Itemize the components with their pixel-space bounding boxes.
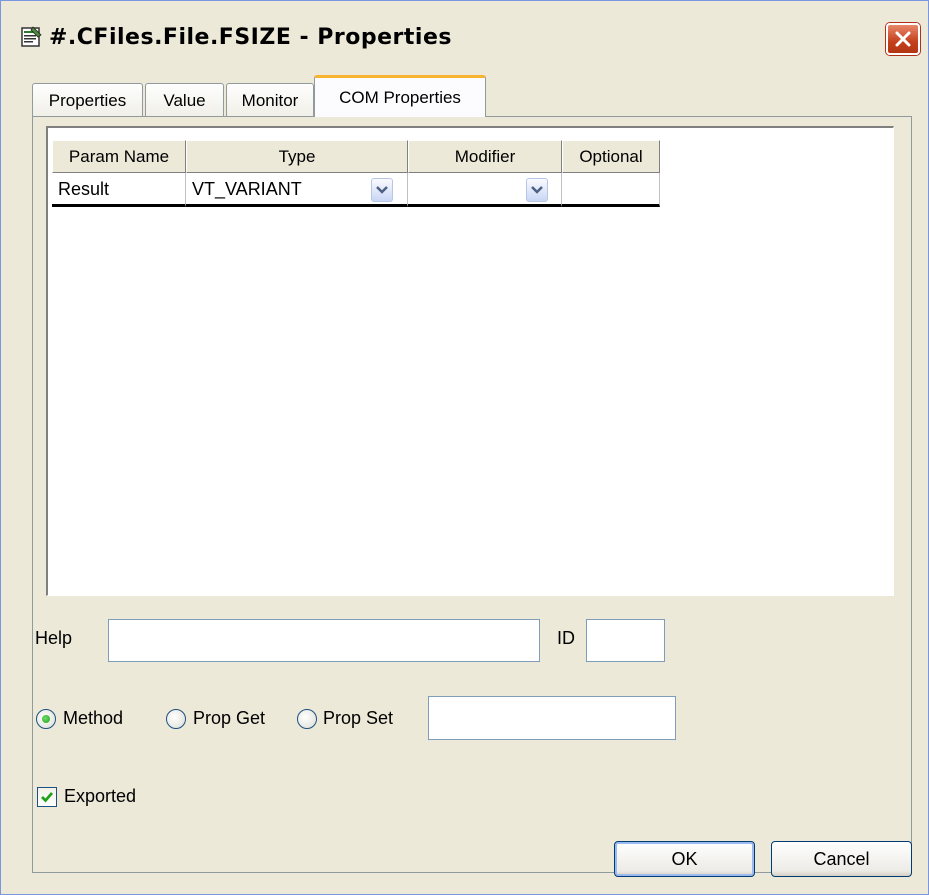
title-bar[interactable]: #.CFiles.File.FSIZE - Properties: [1, 1, 928, 63]
prop-get-radio[interactable]: [166, 709, 186, 729]
type-value: VT_VARIANT: [192, 179, 302, 199]
type-dropdown-button[interactable]: [371, 178, 393, 202]
column-header-optional[interactable]: Optional: [562, 140, 660, 173]
ok-button[interactable]: OK: [614, 841, 755, 877]
cancel-button[interactable]: Cancel: [771, 841, 912, 877]
params-grid[interactable]: Param Name Type Modifier Optional Result…: [46, 126, 894, 596]
properties-dialog: #.CFiles.File.FSIZE - Properties Propert…: [0, 0, 929, 895]
tab-label: Value: [163, 91, 206, 110]
cell-optional[interactable]: [562, 173, 660, 207]
radio-selected-dot: [42, 715, 50, 723]
column-header-modifier[interactable]: Modifier: [408, 140, 562, 173]
cell-param-name[interactable]: Result: [52, 173, 186, 207]
prop-set-radio[interactable]: [297, 709, 317, 729]
tab-label: Monitor: [241, 91, 299, 110]
tab-label: COM Properties: [339, 88, 461, 107]
help-label: Help: [35, 628, 73, 648]
prop-name-input[interactable]: [428, 696, 676, 740]
help-input[interactable]: [108, 619, 540, 662]
tab-properties[interactable]: Properties: [32, 83, 143, 117]
tab-monitor[interactable]: Monitor: [226, 83, 314, 117]
exported-checkbox[interactable]: [37, 787, 57, 807]
method-radio[interactable]: [36, 709, 56, 729]
prop-set-label[interactable]: Prop Set: [323, 708, 393, 729]
prop-get-label[interactable]: Prop Get: [193, 708, 265, 729]
id-label: ID: [557, 628, 575, 648]
close-button[interactable]: [886, 23, 920, 55]
tab-com-properties[interactable]: COM Properties: [314, 75, 486, 117]
column-header-type[interactable]: Type: [186, 140, 408, 173]
exported-label[interactable]: Exported: [64, 786, 136, 807]
modifier-dropdown-button[interactable]: [526, 178, 548, 202]
column-header-param-name[interactable]: Param Name: [52, 140, 186, 173]
tab-value[interactable]: Value: [145, 83, 224, 117]
window-title: #.CFiles.File.FSIZE - Properties: [49, 25, 452, 50]
properties-icon: [19, 25, 43, 49]
tab-label: Properties: [48, 91, 127, 110]
method-label[interactable]: Method: [63, 708, 123, 729]
id-input[interactable]: [586, 619, 665, 662]
